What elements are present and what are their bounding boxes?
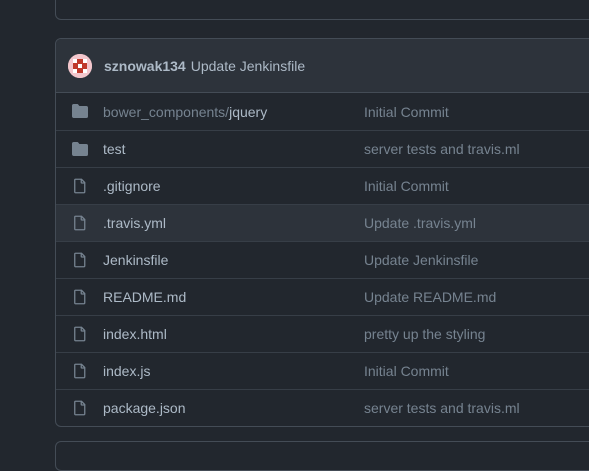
file-name-link[interactable]: .gitignore: [103, 178, 161, 194]
file-row[interactable]: index.js Initial Commit: [56, 352, 589, 389]
file-name-link[interactable]: package.json: [103, 400, 186, 416]
commit-message-link[interactable]: Initial Commit: [364, 104, 449, 120]
file-name-text: .travis.yml: [103, 215, 166, 231]
file-name-link[interactable]: test: [103, 141, 126, 157]
file-name-text: test: [103, 141, 126, 157]
file-name-link[interactable]: .travis.yml: [103, 215, 166, 231]
avatar-identicon-icon: [68, 53, 92, 78]
file-icon: [72, 400, 88, 416]
file-row[interactable]: test server tests and travis.ml: [56, 130, 589, 167]
file-icon: [72, 363, 88, 379]
file-icon: [72, 289, 88, 305]
folder-icon: [72, 141, 88, 157]
file-path-prefix: bower_components/: [103, 103, 230, 120]
file-row[interactable]: index.html pretty up the styling: [56, 315, 589, 352]
commit-message-link[interactable]: server tests and travis.ml: [364, 141, 520, 157]
file-name-text: index.html: [103, 326, 167, 342]
commit-message-link[interactable]: Update Jenkinsfile: [364, 252, 478, 268]
file-name-link[interactable]: bower_components/jquery: [103, 104, 267, 120]
file-name-text: package.json: [103, 400, 186, 416]
folder-icon: [72, 103, 88, 119]
file-icon: [72, 252, 88, 268]
commit-message-link[interactable]: Initial Commit: [364, 178, 449, 194]
file-name-link[interactable]: README.md: [103, 289, 186, 305]
commit-message-link[interactable]: pretty up the styling: [364, 326, 485, 342]
commit-message-link[interactable]: Update README.md: [364, 289, 496, 305]
commit-message-link[interactable]: Initial Commit: [364, 363, 449, 379]
file-name-link[interactable]: index.html: [103, 326, 167, 342]
latest-commit-header: sznowak134 Update Jenkinsfile: [56, 39, 589, 93]
file-row[interactable]: .travis.yml Update .travis.yml: [56, 204, 589, 241]
file-icon: [72, 178, 88, 194]
file-name-text: index.js: [103, 363, 151, 379]
file-name-link[interactable]: Jenkinsfile: [103, 252, 168, 268]
file-icon: [72, 326, 88, 342]
file-row[interactable]: bower_components/jquery Initial Commit: [56, 93, 589, 130]
avatar[interactable]: [68, 53, 92, 78]
file-name-text: .gitignore: [103, 178, 161, 194]
previous-panel: [55, 0, 589, 20]
file-name-text: README.md: [103, 289, 187, 305]
file-icon: [72, 215, 88, 231]
file-row[interactable]: Jenkinsfile Update Jenkinsfile: [56, 241, 589, 278]
file-browser: sznowak134 Update Jenkinsfile bower_comp…: [55, 38, 589, 427]
commit-message-link[interactable]: server tests and travis.ml: [364, 400, 520, 416]
file-name-text: jquery: [229, 103, 268, 120]
next-panel: [55, 441, 589, 471]
file-row[interactable]: README.md Update README.md: [56, 278, 589, 315]
commit-message-link[interactable]: Update .travis.yml: [364, 215, 476, 231]
file-name-link[interactable]: index.js: [103, 363, 150, 379]
file-row[interactable]: .gitignore Initial Commit: [56, 167, 589, 204]
commit-author-link[interactable]: sznowak134: [104, 58, 186, 74]
commit-message-link[interactable]: Update Jenkinsfile: [191, 58, 305, 74]
file-row[interactable]: package.json server tests and travis.ml: [56, 389, 589, 426]
file-name-text: Jenkinsfile: [103, 252, 169, 268]
